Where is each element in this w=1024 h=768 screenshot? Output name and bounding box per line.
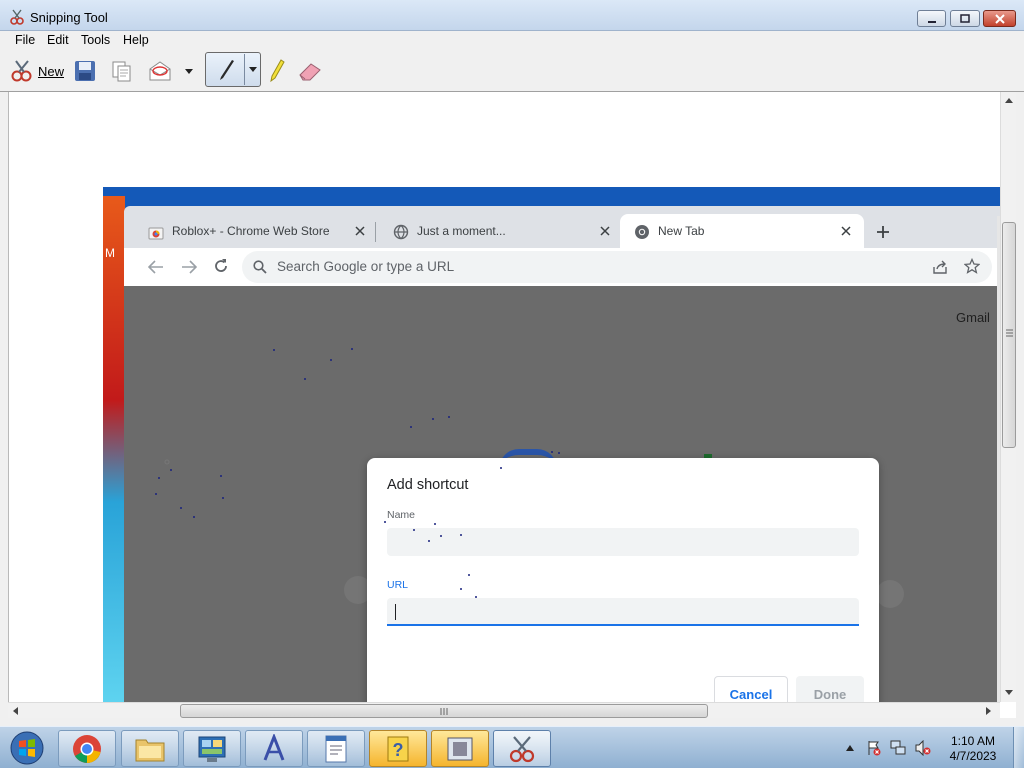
scroll-up-arrow-icon[interactable] [1005,98,1013,103]
send-snip-button[interactable] [145,56,175,86]
snip-canvas: M Roblox+ - Chrome Web Store Just a mome… [8,92,1000,702]
document-icon [325,735,347,762]
vertical-scroll-thumb[interactable] [1002,222,1016,448]
pen-dropdown[interactable] [246,54,260,85]
menu-help[interactable]: Help [123,33,149,47]
show-desktop-button[interactable] [1013,727,1024,768]
horizontal-scrollbar[interactable] [8,702,1000,718]
eraser-button[interactable] [296,56,324,86]
title-bar: Snipping Tool [0,0,1024,31]
control-panel-icon [198,736,226,762]
chevron-down-icon [185,68,193,74]
save-icon [75,61,95,81]
maximize-button[interactable] [950,10,980,27]
pen-annotation-marks [155,348,560,598]
font-app-icon [263,733,285,761]
taskbar-snipping-tool[interactable] [493,730,551,767]
highlighter-icon [270,59,285,83]
taskbar-app-font[interactable] [245,730,303,767]
pen-button[interactable] [207,54,245,85]
menu-bar: File Edit Tools Help [0,31,1024,49]
grip-icon [1006,329,1013,337]
scroll-down-arrow-icon[interactable] [1005,690,1013,695]
grip-icon [440,708,448,715]
window-title: Snipping Tool [30,10,108,25]
window-bottom-frame [0,718,1024,726]
scroll-left-arrow-icon[interactable] [13,707,18,715]
taskbar: ? 1:10 AM 4/7/2023 [0,726,1024,768]
minimize-button[interactable] [917,10,946,27]
system-clock[interactable]: 1:10 AM 4/7/2023 [938,734,1008,764]
taskbar-media-app[interactable] [431,730,489,767]
copy-icon [112,61,131,82]
scissors-icon [10,9,24,25]
network-icon[interactable] [890,740,908,756]
taskbar-control-panel[interactable] [183,730,241,767]
save-button[interactable] [71,56,99,86]
menu-edit[interactable]: Edit [47,33,69,47]
show-hidden-icons-arrow[interactable] [846,745,854,751]
close-button[interactable] [983,10,1016,27]
clock-date: 4/7/2023 [949,749,997,763]
volume-muted-icon[interactable] [914,740,932,756]
clock-time: 1:10 AM [950,734,996,748]
pen-tool-group [205,52,261,87]
horizontal-scroll-thumb[interactable] [180,704,708,718]
scissors-icon [11,60,32,82]
scissors-icon [509,735,535,762]
copy-button[interactable] [108,56,136,86]
new-label: New [37,63,64,79]
window-left-frame [0,92,8,718]
taskbar-help[interactable]: ? [369,730,427,767]
menu-file[interactable]: File [15,33,35,47]
svg-text:?: ? [393,740,404,760]
highlighter-button[interactable] [265,56,289,86]
envelope-icon [149,61,171,81]
chevron-down-icon [249,67,257,72]
send-snip-dropdown[interactable] [181,56,197,86]
toolbar: New [0,49,1024,92]
new-snip-button[interactable]: New [8,56,66,86]
close-icon [994,13,1005,24]
eraser-icon [299,63,321,81]
taskbar-chrome[interactable] [58,730,116,767]
help-icon: ? [387,736,409,761]
pen-icon [219,59,234,80]
folder-icon [135,739,165,761]
scroll-right-arrow-icon[interactable] [986,707,991,715]
media-window-icon [447,737,473,760]
menu-tools[interactable]: Tools [81,33,110,47]
start-button[interactable] [2,728,52,768]
maximize-icon [960,13,970,23]
taskbar-file-explorer[interactable] [121,730,179,767]
chrome-icon [73,734,101,763]
vertical-scrollbar[interactable] [1000,92,1016,702]
window-right-frame [1016,92,1024,718]
windows-logo-icon [10,731,44,765]
minimize-icon [927,20,936,23]
taskbar-wordpad[interactable] [307,730,365,767]
action-center-flag-icon[interactable] [866,740,882,756]
